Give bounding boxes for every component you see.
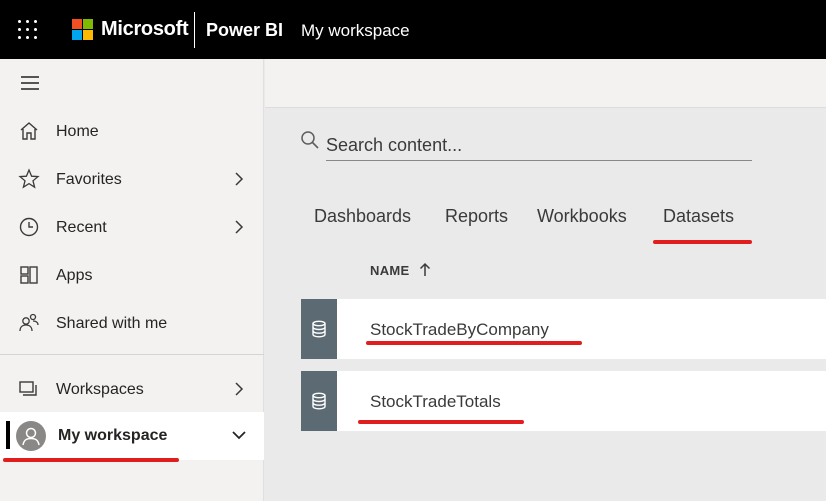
sidebar-item-workspaces[interactable]: Workspaces [0, 366, 264, 414]
selected-indicator [6, 421, 10, 449]
breadcrumb-workspace[interactable]: My workspace [301, 21, 410, 41]
clock-icon [19, 217, 39, 237]
hamburger-menu-icon[interactable] [21, 76, 39, 90]
home-icon [20, 122, 38, 140]
main-header [265, 59, 826, 108]
annotation-underline-my-workspace [3, 458, 179, 462]
sidebar-item-label: Recent [56, 219, 107, 236]
sidebar-item-my-workspace[interactable]: My workspace [0, 412, 264, 460]
chevron-right-icon[interactable] [232, 380, 246, 398]
shared-icon [19, 313, 39, 332]
dataset-name-link[interactable]: StockTradeTotals [370, 392, 501, 412]
annotation-underline-row-1 [366, 341, 582, 345]
sidebar-item-label: Apps [56, 267, 93, 284]
sidebar-item-apps[interactable]: Apps [0, 252, 264, 300]
header-divider [194, 12, 195, 48]
dataset-name-link[interactable]: StockTradeByCompany [370, 320, 549, 340]
sidebar-item-label: Favorites [56, 171, 122, 188]
tab-workbooks[interactable]: Workbooks [537, 206, 627, 227]
sidebar-divider [0, 354, 264, 355]
dataset-type-tile [301, 371, 337, 431]
microsoft-logo-icon [72, 19, 93, 40]
dataset-icon [312, 320, 326, 338]
chevron-down-icon[interactable] [230, 428, 248, 442]
tab-datasets[interactable]: Datasets [663, 206, 734, 227]
sidebar: Home Favorites Recent Apps Shared with m… [0, 59, 264, 501]
sidebar-item-recent[interactable]: Recent [0, 204, 264, 252]
annotation-underline-row-2 [358, 420, 524, 424]
product-name[interactable]: Power BI [206, 20, 283, 41]
star-icon [18, 168, 40, 189]
avatar [16, 421, 46, 451]
tab-reports[interactable]: Reports [445, 206, 508, 227]
chevron-right-icon[interactable] [232, 218, 246, 236]
dataset-type-tile [301, 299, 337, 359]
column-header-name[interactable]: NAME [370, 263, 409, 278]
person-icon [22, 427, 40, 446]
sidebar-item-label: Shared with me [56, 315, 168, 332]
annotation-underline-datasets [653, 240, 752, 244]
top-bar: Microsoft Power BI My workspace [0, 0, 826, 59]
tab-dashboards[interactable]: Dashboards [314, 206, 411, 227]
sidebar-item-label: Workspaces [56, 381, 144, 398]
sidebar-item-label: My workspace [58, 427, 168, 444]
table-row[interactable]: StockTradeByCompany [301, 299, 826, 359]
search-input[interactable] [326, 131, 752, 161]
app-launcher-icon[interactable] [18, 20, 38, 40]
microsoft-brand[interactable]: Microsoft [101, 18, 189, 41]
apps-icon [20, 266, 38, 284]
sort-ascending-icon[interactable] [419, 262, 431, 277]
dataset-icon [312, 392, 326, 410]
sidebar-item-home[interactable]: Home [0, 108, 264, 156]
workspaces-icon [19, 381, 37, 396]
sidebar-item-favorites[interactable]: Favorites [0, 156, 264, 204]
search-icon [301, 131, 319, 149]
chevron-right-icon[interactable] [232, 170, 246, 188]
sidebar-item-shared[interactable]: Shared with me [0, 300, 264, 348]
sidebar-item-label: Home [56, 123, 99, 140]
